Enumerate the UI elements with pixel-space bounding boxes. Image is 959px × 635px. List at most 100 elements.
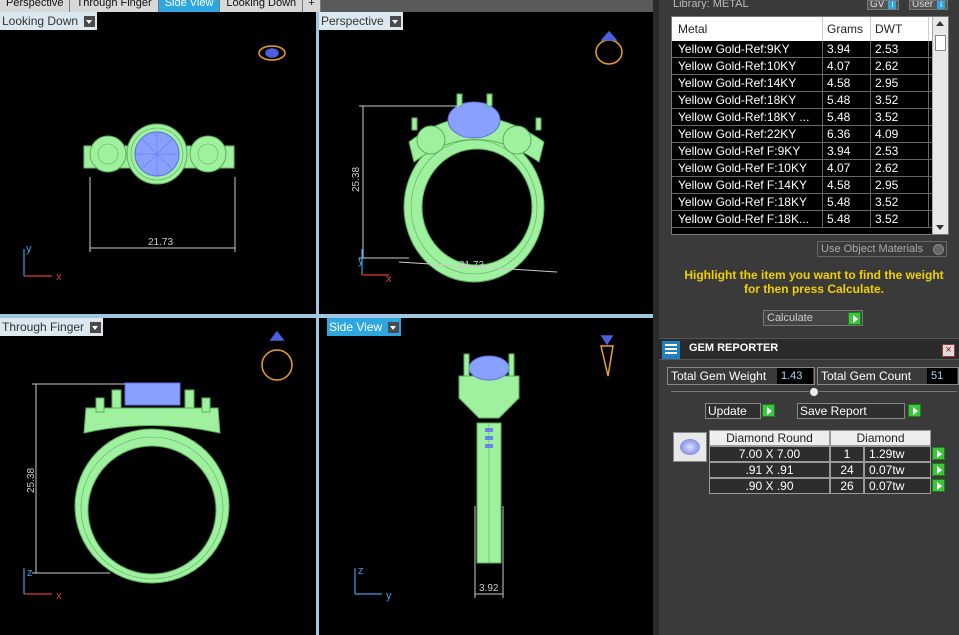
- tab-side-view[interactable]: Side View: [158, 0, 221, 12]
- col-grams[interactable]: Grams: [823, 17, 871, 41]
- scroll-up-icon[interactable]: [936, 21, 944, 26]
- nav-cube-icon[interactable]: [258, 45, 286, 61]
- table-cell-dwt: 3.52: [871, 211, 929, 227]
- gem-cell-size: .91 X .91: [709, 462, 830, 478]
- table-cell-grams: 4.07: [823, 58, 871, 74]
- gem-cell-count: 24: [830, 462, 864, 478]
- table-cell-metal: Yellow Gold-Ref:18KY ...: [672, 109, 823, 125]
- viewport-label-perspective[interactable]: Perspective: [319, 12, 403, 30]
- table-cell-grams: 5.48: [823, 109, 871, 125]
- nav-cube-icon[interactable]: [600, 335, 614, 377]
- scroll-thumb[interactable]: [935, 35, 946, 51]
- table-row[interactable]: Yellow Gold-Ref:18KY 5.48 3.52: [672, 92, 948, 109]
- chevron-down-icon[interactable]: [388, 321, 400, 333]
- matrix-app: Perspective Through Finger Side View Loo…: [0, 0, 959, 635]
- table-row[interactable]: Yellow Gold-Ref:18KY ... 5.48 3.52: [672, 109, 948, 126]
- axis-z-label: z: [358, 565, 364, 577]
- gem-row-go-button[interactable]: [932, 463, 945, 476]
- calculate-go-button[interactable]: [848, 312, 861, 325]
- viewport-label-through-finger[interactable]: Through Finger: [0, 318, 104, 336]
- table-cell-metal: Yellow Gold-Ref F:10KY: [672, 160, 823, 176]
- update-go-button[interactable]: [762, 404, 775, 417]
- gem-cell-size: 7.00 X 7.00: [709, 446, 830, 462]
- viewport-side-view[interactable]: Side View 3.92 z y: [319, 318, 653, 635]
- viewport-label-looking-down[interactable]: Looking Down: [0, 12, 98, 30]
- table-cell-grams: 4.58: [823, 177, 871, 193]
- save-report-go-button[interactable]: [908, 404, 921, 417]
- user-button[interactable]: User i: [909, 0, 949, 10]
- table-cell-dwt: 2.62: [871, 160, 929, 176]
- gv-button[interactable]: GV i: [867, 0, 900, 10]
- gem-row[interactable]: .91 X .91 24 0.07tw: [709, 462, 931, 478]
- splitter-handle[interactable]: [809, 387, 819, 397]
- close-icon[interactable]: ×: [942, 344, 955, 357]
- table-row[interactable]: Yellow Gold-Ref:10KY 4.07 2.62: [672, 58, 948, 75]
- metal-scrollbar[interactable]: [932, 17, 948, 234]
- table-cell-grams: 5.48: [823, 211, 871, 227]
- nav-cube-icon[interactable]: [261, 330, 293, 381]
- table-row[interactable]: Yellow Gold-Ref:9KY 3.94 2.53: [672, 41, 948, 58]
- table-cell-dwt: 4.09: [871, 126, 929, 142]
- gem-row-go-button[interactable]: [932, 479, 945, 492]
- info-icon: i: [888, 1, 897, 9]
- table-row[interactable]: Yellow Gold-Ref F:9KY 3.94 2.53: [672, 143, 948, 160]
- viewport-label-text: Side View: [329, 320, 383, 334]
- table-cell-metal: Yellow Gold-Ref F:18K...: [672, 211, 823, 227]
- table-row[interactable]: Yellow Gold-Ref F:18K... 5.48 3.52: [672, 211, 948, 228]
- gem-cell-weight: 0.07tw: [864, 462, 931, 478]
- gem-rows: 7.00 X 7.00 1 1.29tw .91 X .91 24 0.07tw .90 X…: [709, 446, 931, 494]
- tab-through-finger[interactable]: Through Finger: [70, 0, 159, 12]
- table-row[interactable]: Yellow Gold-Ref:14KY 4.58 2.95: [672, 75, 948, 92]
- table-row[interactable]: Yellow Gold-Ref F:10KY 4.07 2.62: [672, 160, 948, 177]
- diamond-round-icon: [673, 432, 707, 462]
- view-tab-bar: Perspective Through Finger Side View Loo…: [0, 0, 653, 12]
- looking-down-render: 21.73 y x: [23, 45, 286, 283]
- table-cell-dwt: 2.53: [871, 41, 929, 57]
- viewport-through-finger[interactable]: Through Finger 25.38 z x: [0, 318, 316, 635]
- gem-row-go-button[interactable]: [932, 447, 945, 460]
- right-panel: Library: METAL GV i User i Metal Grams DWT…: [653, 0, 959, 635]
- table-cell-metal: Yellow Gold-Ref:18KY: [672, 92, 823, 108]
- library-title: Library: METAL: [673, 0, 749, 9]
- viewport-perspective[interactable]: Perspective 25.38 21.73 y x: [319, 12, 653, 314]
- update-button[interactable]: Update: [705, 403, 761, 419]
- nav-cube-icon[interactable]: [595, 30, 623, 65]
- gem-reporter-title: GEM REPORTER: [689, 342, 779, 354]
- col-dwt[interactable]: DWT: [871, 17, 929, 41]
- gem-cell-count: 1: [830, 446, 864, 462]
- chevron-down-icon[interactable]: [84, 15, 96, 27]
- col-shape: Diamond Round: [709, 430, 830, 446]
- table-cell-metal: Yellow Gold-Ref F:18KY: [672, 194, 823, 210]
- side-view-render: 3.92 z y: [354, 335, 614, 602]
- axis-y-label: y: [358, 255, 364, 267]
- gem-row[interactable]: 7.00 X 7.00 1 1.29tw: [709, 446, 931, 462]
- viewport-looking-down[interactable]: Looking Down 21.73 y x: [0, 12, 316, 314]
- add-tab-button[interactable]: +: [303, 0, 322, 12]
- gem-cell-weight: 1.29tw: [864, 446, 931, 462]
- scroll-down-icon[interactable]: [936, 225, 944, 230]
- col-metal[interactable]: Metal: [672, 17, 823, 41]
- metal-table-header: Metal Grams DWT: [672, 17, 948, 41]
- gem-table: Diamond Round Diamond 7.00 X 7.00 1 1.29tw…: [709, 430, 945, 494]
- use-object-materials-toggle[interactable]: Use Object Materials: [817, 241, 947, 257]
- chevron-down-icon[interactable]: [389, 15, 401, 27]
- table-row[interactable]: Yellow Gold-Ref:22KY 6.36 4.09: [672, 126, 948, 143]
- axis-x-label: x: [386, 273, 392, 285]
- toggle-icon[interactable]: [933, 244, 944, 255]
- table-cell-grams: 3.94: [823, 143, 871, 159]
- calculate-label: Calculate: [767, 312, 813, 324]
- table-row[interactable]: Yellow Gold-Ref F:18KY 5.48 3.52: [672, 194, 948, 211]
- table-cell-dwt: 2.95: [871, 75, 929, 91]
- gv-label: GV: [870, 0, 885, 10]
- viewport-label-side-view[interactable]: Side View: [327, 318, 402, 336]
- tab-looking-down[interactable]: Looking Down: [220, 0, 304, 12]
- save-report-button[interactable]: Save Report: [797, 403, 905, 419]
- viewport-label-text: Perspective: [321, 14, 384, 28]
- table-cell-metal: Yellow Gold-Ref:14KY: [672, 75, 823, 91]
- gem-row[interactable]: .90 X .90 26 0.07tw: [709, 478, 931, 494]
- tab-perspective[interactable]: Perspective: [0, 0, 71, 12]
- dimension-width-label: 21.73: [459, 260, 484, 271]
- table-row[interactable]: Yellow Gold-Ref F:14KY 4.58 2.95: [672, 177, 948, 194]
- chevron-down-icon[interactable]: [90, 321, 102, 333]
- metal-table: Metal Grams DWT Yellow Gold-Ref:9KY 3.94 2…: [671, 16, 949, 235]
